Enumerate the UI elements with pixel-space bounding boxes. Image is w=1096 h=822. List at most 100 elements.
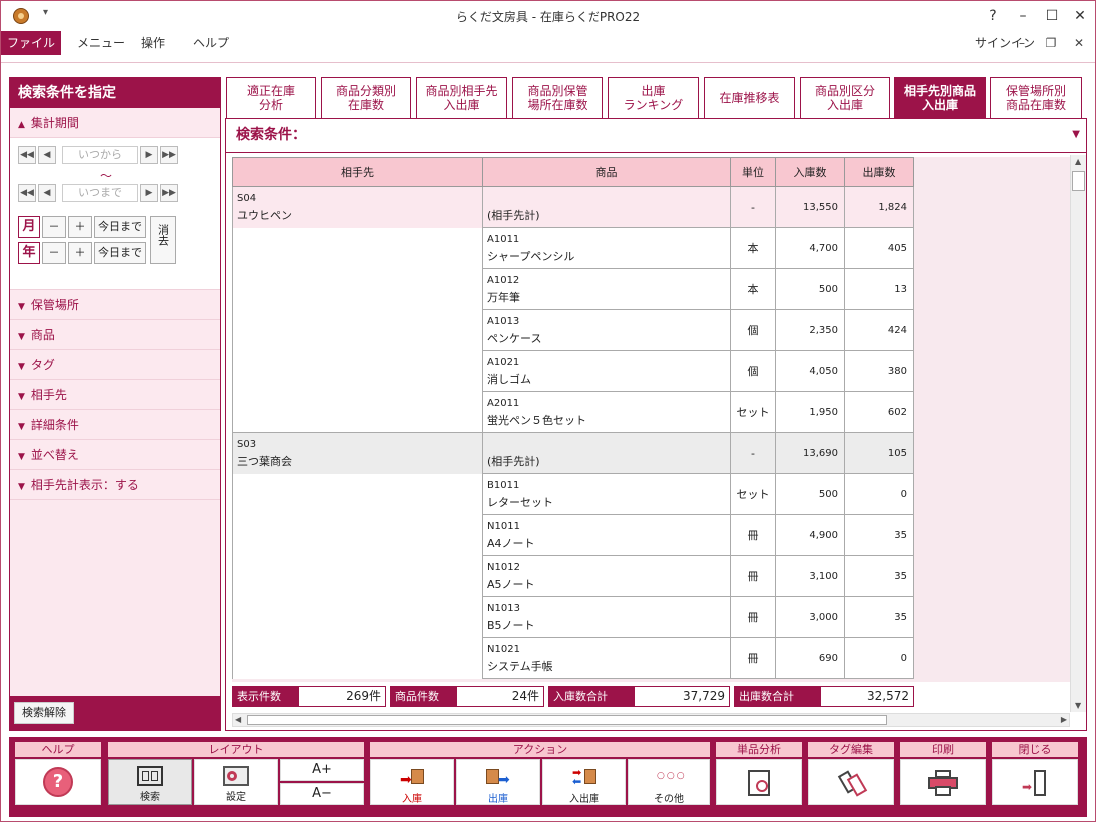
out-stock-button[interactable]: ➡ 出庫 <box>456 759 540 805</box>
other-action-button[interactable]: ○○○ その他 <box>628 759 710 805</box>
table-row[interactable]: A1011 シャープペンシル 本 4,700 405 <box>232 227 914 269</box>
product-code: N1011 <box>487 521 520 532</box>
from-first-button[interactable]: ◀◀ <box>18 146 36 164</box>
scroll-left-icon[interactable]: ◀ <box>235 715 241 724</box>
section-period[interactable]: ▲ 集計期間 <box>10 108 220 138</box>
close-window-button[interactable]: ✕ <box>1069 6 1091 26</box>
to-prev-button[interactable]: ◀ <box>38 184 56 202</box>
year-minus-button[interactable]: － <box>42 242 66 264</box>
vertical-scrollbar[interactable]: ▲ ▼ <box>1070 155 1086 712</box>
settings-button[interactable]: 設定 <box>194 759 278 805</box>
section-1[interactable]: ▼ 商品 <box>10 320 220 350</box>
help-toolbar-button[interactable]: ? <box>15 759 101 805</box>
unit-cell: 冊 <box>730 514 776 556</box>
tab-4[interactable]: 出庫 ランキング <box>608 77 699 118</box>
panel-header: 検索条件を指定 <box>10 78 220 108</box>
column-header[interactable]: 相手先 <box>232 157 483 187</box>
table-row[interactable]: N1013 B5ノート 冊 3,000 35 <box>232 596 914 638</box>
to-first-button[interactable]: ◀◀ <box>18 184 36 202</box>
column-header[interactable]: 商品 <box>482 157 731 187</box>
expand-arrow-icon[interactable]: ▼ <box>1072 119 1080 151</box>
table-row[interactable]: A1021 消しゴム 個 4,050 380 <box>232 350 914 392</box>
tag-edit-button[interactable] <box>808 759 894 805</box>
table-row[interactable]: N1012 A5ノート 冊 3,100 35 <box>232 555 914 597</box>
unit-cell: 冊 <box>730 555 776 597</box>
font-smaller-button[interactable]: A− <box>280 783 364 805</box>
expand-arrow-icon: ▼ <box>18 422 25 432</box>
clear-search-button[interactable]: 検索解除 <box>14 702 74 724</box>
hscroll-thumb[interactable] <box>247 715 887 725</box>
close-button[interactable]: ➡ <box>992 759 1078 805</box>
tab-8[interactable]: 保管場所別 商品在庫数 <box>990 77 1082 118</box>
font-larger-button[interactable]: A+ <box>280 759 364 781</box>
section-5[interactable]: ▼ 並べ替え <box>10 440 220 470</box>
month-plus-button[interactable]: ＋ <box>68 216 92 238</box>
summary-bar: 表示件数 269件 商品件数 24件 入庫数合計 37,729 出庫数合計 32… <box>232 686 1072 708</box>
out-cell: 35 <box>844 596 914 638</box>
tab-7[interactable]: 相手先別商品 入出庫 <box>894 77 986 118</box>
from-prev-button[interactable]: ◀ <box>38 146 56 164</box>
subtotal-row[interactable]: S03 三つ葉商会 (相手先計) -13,690 105 <box>232 432 914 474</box>
doc-minimize-button[interactable]: – <box>1013 33 1031 53</box>
tab-1[interactable]: 商品分類別 在庫数 <box>321 77 411 118</box>
doc-restore-button[interactable]: ❐ <box>1042 33 1060 53</box>
tab-2[interactable]: 商品別相手先 入出庫 <box>416 77 507 118</box>
item-analysis-button[interactable] <box>716 759 802 805</box>
table-row[interactable]: N1011 A4ノート 冊 4,900 35 <box>232 514 914 556</box>
column-header[interactable]: 入庫数 <box>775 157 845 187</box>
tab-6[interactable]: 商品別区分 入出庫 <box>800 77 890 118</box>
menu-help[interactable]: ヘルプ <box>181 31 241 55</box>
maximize-button[interactable]: ☐ <box>1041 6 1063 26</box>
minimize-button[interactable]: – <box>1012 6 1034 26</box>
scroll-down-icon[interactable]: ▼ <box>1075 701 1081 710</box>
tab-3[interactable]: 商品別保管 場所在庫数 <box>512 77 603 118</box>
to-last-button[interactable]: ▶▶ <box>160 184 178 202</box>
tab-5[interactable]: 在庫推移表 <box>704 77 795 118</box>
horizontal-scrollbar[interactable]: ◀ ▶ <box>232 713 1070 727</box>
table-row[interactable]: A1013 ペンケース 個 2,350 424 <box>232 309 914 351</box>
section-4[interactable]: ▼ 詳細条件 <box>10 410 220 440</box>
month-today-button[interactable]: 今日まで <box>94 216 146 238</box>
search-layout-button[interactable]: 検索 <box>108 759 192 805</box>
out-cell: 405 <box>844 227 914 269</box>
help-button[interactable]: ? <box>982 6 1004 26</box>
section-2[interactable]: ▼ タグ <box>10 350 220 380</box>
table-row[interactable]: B1011 レターセット セット 500 0 <box>232 473 914 515</box>
menu-menu[interactable]: メニュー <box>65 31 137 55</box>
to-next-button[interactable]: ▶ <box>140 184 158 202</box>
from-date-field[interactable]: いつから <box>62 146 138 164</box>
year-plus-button[interactable]: ＋ <box>68 242 92 264</box>
scroll-thumb[interactable] <box>1072 171 1085 191</box>
in-cell: 13,690 <box>775 432 845 474</box>
to-date-field[interactable]: いつまで <box>62 184 138 202</box>
expand-arrow-icon: ▼ <box>18 332 25 342</box>
section-6[interactable]: ▼ 相手先計表示：する <box>10 470 220 500</box>
window-title: らくだ文房具 - 在庫らくだPRO22 <box>455 10 641 24</box>
menu-operation[interactable]: 操作 <box>129 31 177 55</box>
expand-arrow-icon: ▼ <box>18 482 25 492</box>
from-next-button[interactable]: ▶ <box>140 146 158 164</box>
clear-date-button[interactable]: 消去 <box>150 216 176 264</box>
search-condition-bar[interactable]: 検索条件： ▼ <box>226 119 1086 153</box>
month-minus-button[interactable]: － <box>42 216 66 238</box>
scroll-right-icon[interactable]: ▶ <box>1061 715 1067 724</box>
inout-stock-button[interactable]: ➡ ⬅ 入出庫 <box>542 759 626 805</box>
in-total-label: 入庫数合計 <box>548 686 634 707</box>
subtotal-row[interactable]: S04 ユウヒペン (相手先計) -13,550 1,824 <box>232 186 914 228</box>
doc-close-button[interactable]: ✕ <box>1070 33 1088 53</box>
section-3[interactable]: ▼ 相手先 <box>10 380 220 410</box>
column-header[interactable]: 出庫数 <box>844 157 914 187</box>
product-cell: (相手先計) <box>482 186 731 228</box>
in-stock-button[interactable]: ➡ 入庫 <box>370 759 454 805</box>
from-last-button[interactable]: ▶▶ <box>160 146 178 164</box>
year-today-button[interactable]: 今日まで <box>94 242 146 264</box>
table-row[interactable]: A2011 蛍光ペン５色セット セット 1,950 602 <box>232 391 914 433</box>
column-header[interactable]: 単位 <box>730 157 776 187</box>
section-0[interactable]: ▼ 保管場所 <box>10 290 220 320</box>
scroll-up-icon[interactable]: ▲ <box>1075 157 1081 166</box>
menu-file[interactable]: ファイル <box>1 31 61 55</box>
table-row[interactable]: A1012 万年筆 本 500 13 <box>232 268 914 310</box>
table-row[interactable]: N1021 システム手帳 冊 690 0 <box>232 637 914 679</box>
print-button[interactable] <box>900 759 986 805</box>
tab-0[interactable]: 適正在庫 分析 <box>226 77 316 118</box>
